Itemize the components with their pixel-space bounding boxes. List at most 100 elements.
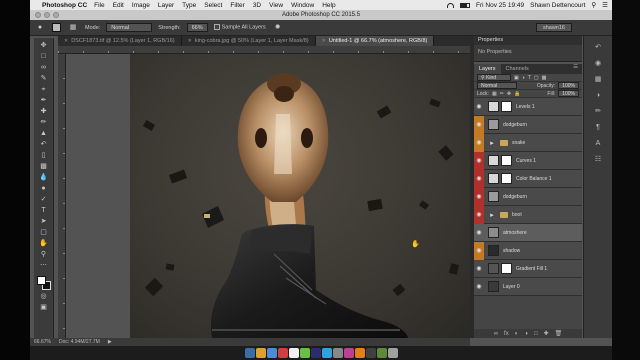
rectangle-tool-icon[interactable]: ▢ bbox=[38, 228, 50, 237]
add-mask-icon[interactable]: ◐ bbox=[515, 331, 519, 337]
layer-row[interactable]: ◉ shadow bbox=[474, 241, 582, 260]
photoshop-dock-icon[interactable] bbox=[310, 348, 321, 358]
visibility-eye-icon[interactable]: ◉ bbox=[474, 241, 484, 260]
layer-name[interactable]: snake bbox=[512, 140, 525, 146]
zoom-level[interactable]: 66.67% bbox=[34, 339, 51, 345]
layer-thumbnail[interactable] bbox=[488, 191, 499, 202]
strength-field[interactable]: 66% bbox=[186, 23, 208, 32]
menu-file[interactable]: File bbox=[94, 2, 104, 9]
chevron-right-icon[interactable]: ▸ bbox=[487, 210, 497, 220]
lock-all-icon[interactable]: 🔒 bbox=[514, 91, 520, 97]
layer-name[interactable]: dodgeburn bbox=[503, 194, 527, 200]
dodge-tool-icon[interactable]: ● bbox=[38, 184, 50, 193]
layer-row[interactable]: ◉ ▸ boot bbox=[474, 205, 582, 224]
layer-thumbnail[interactable] bbox=[488, 155, 499, 166]
layer-row[interactable]: ◉ Gradient Fill 1 bbox=[474, 260, 582, 278]
lasso-tool-icon[interactable]: ∞ bbox=[38, 63, 50, 72]
eyedropper-tool-icon[interactable]: ✒ bbox=[38, 96, 50, 105]
lock-transparent-icon[interactable]: ▦ bbox=[492, 91, 497, 97]
path-selection-tool-icon[interactable]: ➤ bbox=[38, 217, 50, 226]
lock-pixels-icon[interactable]: ✏ bbox=[500, 91, 504, 97]
layer-name[interactable]: Layer 0 bbox=[503, 284, 520, 290]
brush-tool-icon[interactable]: ✏ bbox=[38, 118, 50, 127]
layer-row[interactable]: ◉ ▸ snake bbox=[474, 133, 582, 152]
type-tool-icon[interactable]: T bbox=[38, 206, 50, 215]
mode-select[interactable]: Normal bbox=[106, 23, 153, 32]
messages-icon[interactable] bbox=[299, 348, 310, 358]
menu-help[interactable]: Help bbox=[322, 2, 335, 9]
calendar-icon[interactable] bbox=[277, 348, 288, 358]
visibility-eye-icon[interactable]: ◉ bbox=[474, 115, 484, 134]
zoom-tool-icon[interactable]: ⚲ bbox=[38, 250, 50, 259]
dodge-tool-icon[interactable]: ● bbox=[34, 23, 46, 32]
character-panel-icon[interactable]: A bbox=[593, 138, 603, 148]
filter-pixel-icon[interactable]: ▣ bbox=[514, 75, 519, 81]
layer-mask-thumbnail[interactable] bbox=[501, 101, 512, 112]
sample-all-layers-checkbox[interactable] bbox=[213, 24, 220, 31]
document-size[interactable]: Doc: 4.94M/27.7M bbox=[59, 339, 100, 345]
system-preferences-icon[interactable] bbox=[332, 348, 343, 358]
marquee-tool-icon[interactable]: □ bbox=[38, 52, 50, 61]
battery-icon[interactable] bbox=[460, 2, 471, 8]
chevron-right-icon[interactable]: ▸ bbox=[487, 138, 497, 148]
finder-icon[interactable] bbox=[244, 348, 255, 358]
close-tab-icon[interactable]: ✕ bbox=[322, 36, 326, 46]
link-layers-icon[interactable]: ∞ bbox=[494, 331, 498, 337]
layer-row[interactable]: ◉ dodgeburn bbox=[474, 115, 582, 134]
brush-preset-picker[interactable] bbox=[52, 23, 61, 32]
wifi-icon[interactable] bbox=[447, 2, 455, 8]
clock[interactable]: Fri Nov 25 19:49 bbox=[476, 2, 524, 9]
visibility-eye-icon[interactable]: ◉ bbox=[474, 187, 484, 206]
visibility-eye-icon[interactable]: ◉ bbox=[474, 133, 484, 152]
pen-tool-icon[interactable]: ✓ bbox=[38, 195, 50, 204]
vertical-ruler[interactable] bbox=[58, 54, 66, 338]
menu-3d[interactable]: 3D bbox=[253, 2, 261, 9]
color-panel-icon[interactable]: ◉ bbox=[593, 58, 603, 68]
menu-window[interactable]: Window bbox=[291, 2, 314, 9]
notes-icon[interactable] bbox=[288, 348, 299, 358]
kind-filter-select[interactable]: ⚲ Kind bbox=[477, 74, 511, 81]
new-layer-icon[interactable]: ✚ bbox=[544, 330, 549, 337]
layer-thumbnail[interactable] bbox=[488, 281, 499, 292]
tab-channels[interactable]: Channels bbox=[501, 64, 534, 74]
user-name[interactable]: Shawn Dettencourt bbox=[530, 2, 585, 9]
pressure-icon[interactable]: ✹ bbox=[272, 23, 284, 32]
launchpad-icon[interactable] bbox=[255, 348, 266, 358]
layer-thumbnail[interactable] bbox=[488, 101, 499, 112]
close-tab-icon[interactable]: ✕ bbox=[64, 36, 68, 46]
history-panel-icon[interactable]: ↶ bbox=[593, 42, 603, 52]
screen-mode-icon[interactable]: ▣ bbox=[38, 303, 50, 312]
layer-row[interactable]: ◉ Curves 1 bbox=[474, 151, 582, 170]
eraser-tool-icon[interactable]: ▯ bbox=[38, 151, 50, 160]
maps-icon[interactable] bbox=[376, 348, 387, 358]
menu-view[interactable]: View bbox=[269, 2, 283, 9]
blend-mode-select[interactable]: Normal bbox=[477, 82, 517, 89]
layer-name[interactable]: Curves 1 bbox=[516, 158, 536, 164]
crop-tool-icon[interactable]: ⌖ bbox=[38, 85, 50, 94]
search-icon[interactable]: ⚲ bbox=[591, 1, 596, 9]
status-arrow-icon[interactable]: ▶ bbox=[108, 339, 112, 345]
close-window-button[interactable] bbox=[35, 12, 41, 18]
new-group-icon[interactable]: □ bbox=[534, 331, 538, 337]
canvas-area[interactable]: ✋ bbox=[67, 54, 470, 338]
close-tab-icon[interactable]: ✕ bbox=[188, 36, 192, 46]
fill-field[interactable]: 100% bbox=[558, 90, 579, 97]
history-brush-tool-icon[interactable]: ↶ bbox=[38, 140, 50, 149]
libraries-panel-icon[interactable]: ☷ bbox=[593, 154, 603, 164]
menu-type[interactable]: Type bbox=[182, 2, 196, 9]
menu-edit[interactable]: Edit bbox=[113, 2, 124, 9]
delete-layer-icon[interactable]: 🗑 bbox=[555, 330, 563, 337]
zoom-window-button[interactable] bbox=[53, 12, 59, 18]
layer-thumbnail[interactable] bbox=[488, 245, 499, 256]
layer-name[interactable]: dodgeburn bbox=[503, 122, 527, 128]
swatches-panel-icon[interactable]: ▦ bbox=[593, 74, 603, 84]
document-canvas[interactable] bbox=[130, 54, 470, 338]
tab-layers[interactable]: Layers bbox=[474, 64, 501, 74]
menu-layer[interactable]: Layer bbox=[158, 2, 174, 9]
terminal-icon[interactable] bbox=[365, 348, 376, 358]
paragraph-panel-icon[interactable]: ¶ bbox=[593, 122, 603, 132]
layer-mask-thumbnail[interactable] bbox=[501, 155, 512, 166]
visibility-eye-icon[interactable]: ◉ bbox=[474, 260, 484, 278]
adjustments-panel-icon[interactable]: ◑ bbox=[593, 90, 603, 100]
layer-row[interactable]: ◉ Levels 1 bbox=[474, 98, 582, 116]
